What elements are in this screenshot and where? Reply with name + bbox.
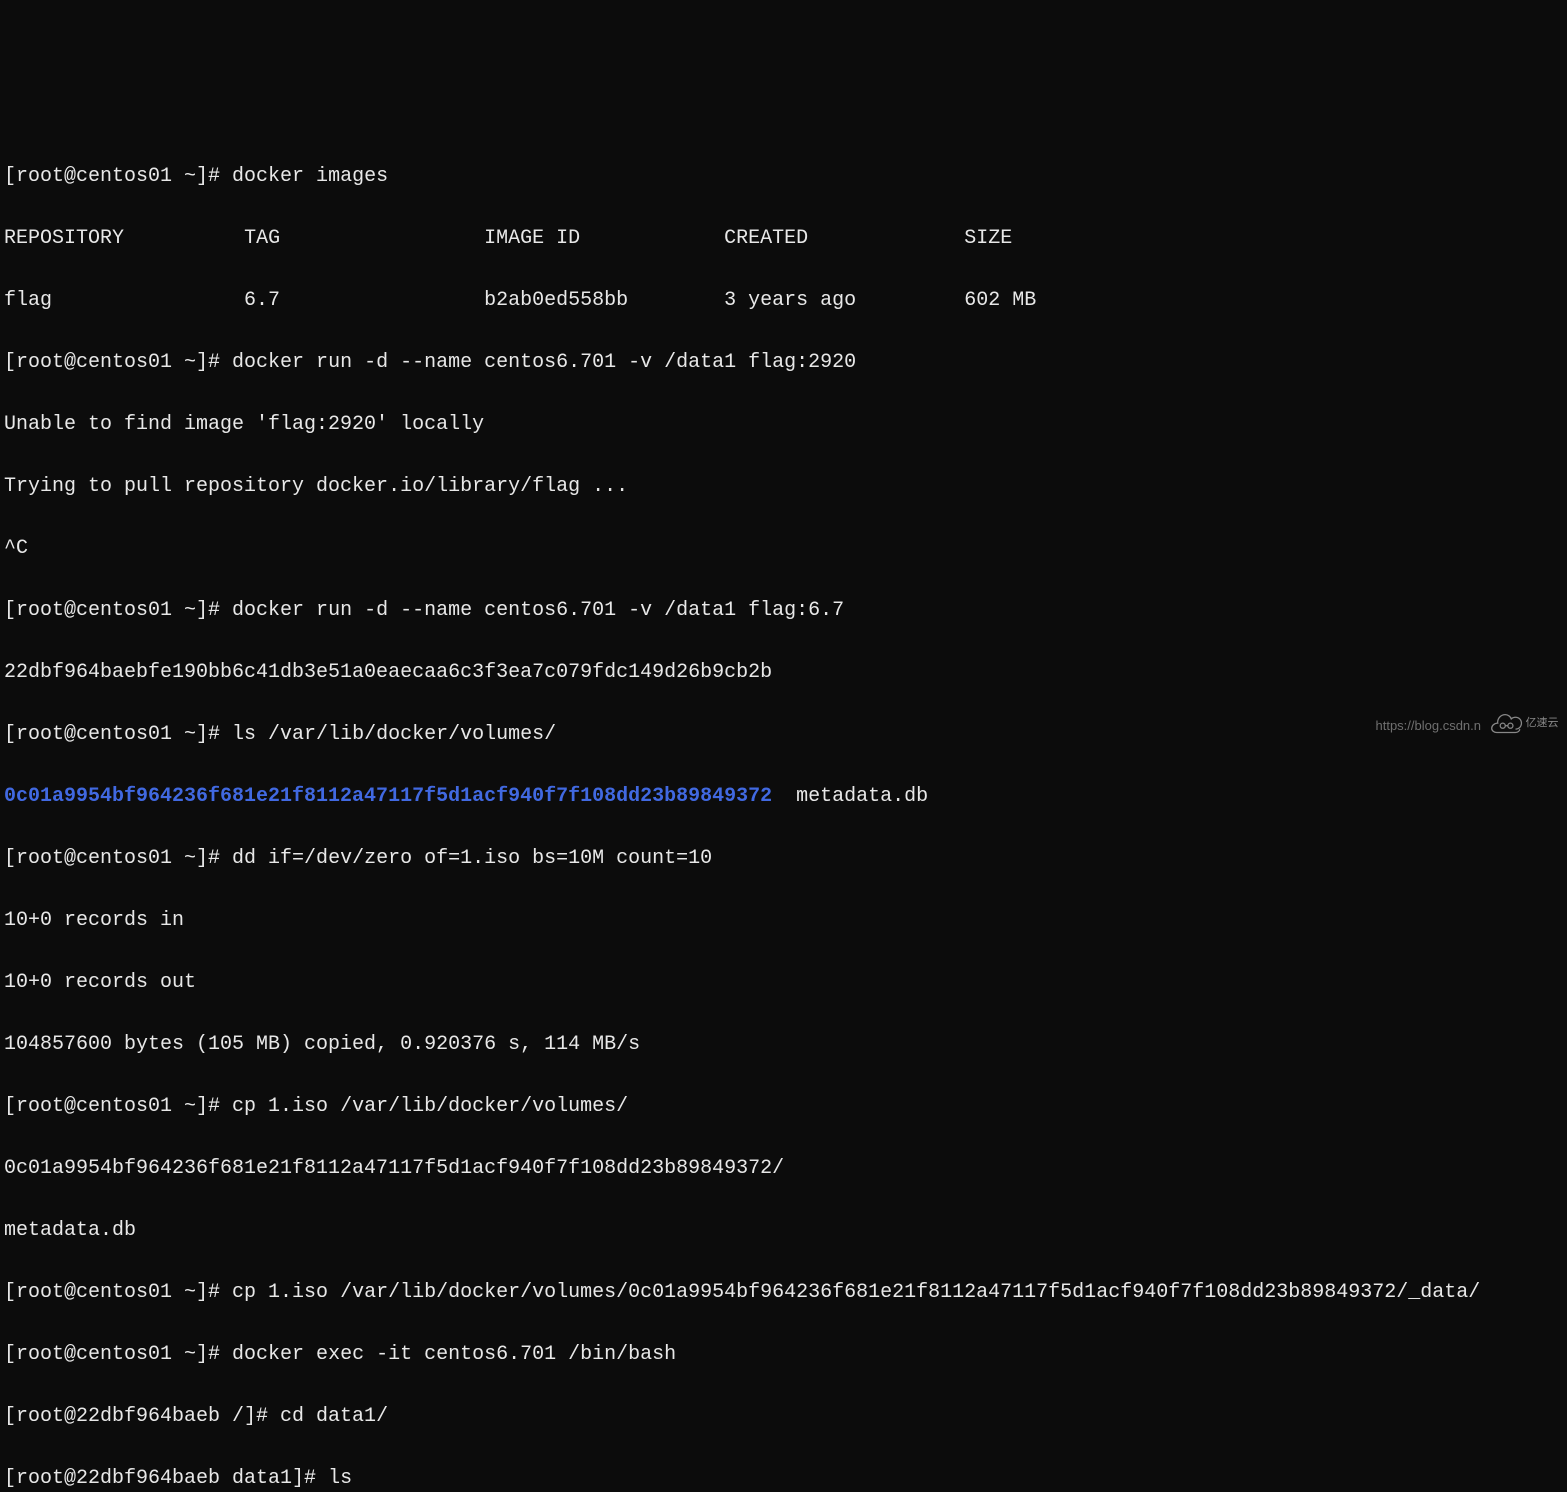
command-text: docker run -d --name centos6.701 -v /dat… xyxy=(232,351,856,374)
prompt-line: [root@centos01 ~]# docker run -d --name … xyxy=(4,347,1563,378)
watermark-logo: 亿速云 xyxy=(1485,708,1563,740)
shell-prompt: [root@centos01 ~]# xyxy=(4,1343,232,1366)
command-text: docker images xyxy=(232,165,388,188)
command-text: docker run -d --name centos6.701 -v /dat… xyxy=(232,599,844,622)
output-line: 0c01a9954bf964236f681e21f8112a47117f5d1a… xyxy=(4,1153,1563,1184)
table-row: flag 6.7 b2ab0ed558bb 3 years ago 602 MB xyxy=(4,285,1563,316)
shell-prompt: [root@centos01 ~]# xyxy=(4,723,232,746)
output-line: Trying to pull repository docker.io/libr… xyxy=(4,471,1563,502)
shell-prompt: [root@centos01 ~]# xyxy=(4,1281,232,1304)
shell-prompt: [root@centos01 ~]# xyxy=(4,351,232,374)
command-text: docker exec -it centos6.701 /bin/bash xyxy=(232,1343,676,1366)
output-line: Unable to find image 'flag:2920' locally xyxy=(4,409,1563,440)
terminal-output[interactable]: [root@centos01 ~]# docker images REPOSIT… xyxy=(4,130,1563,1492)
shell-prompt: [root@centos01 ~]# xyxy=(4,599,232,622)
output-line: 0c01a9954bf964236f681e21f8112a47117f5d1a… xyxy=(4,781,1563,812)
prompt-line: [root@22dbf964baeb /]# cd data1/ xyxy=(4,1401,1563,1432)
shell-prompt: [root@centos01 ~]# xyxy=(4,165,232,188)
output-line: 10+0 records in xyxy=(4,905,1563,936)
command-text: dd if=/dev/zero of=1.iso bs=10M count=10 xyxy=(232,847,712,870)
prompt-line: [root@centos01 ~]# dd if=/dev/zero of=1.… xyxy=(4,843,1563,874)
command-text: cd data1/ xyxy=(280,1405,388,1428)
command-text: cp 1.iso /var/lib/docker/volumes/0c01a99… xyxy=(232,1281,1480,1304)
prompt-line: [root@centos01 ~]# docker images xyxy=(4,161,1563,192)
shell-prompt: [root@22dbf964baeb /]# xyxy=(4,1405,280,1428)
output-line: metadata.db xyxy=(4,1215,1563,1246)
directory-link: 0c01a9954bf964236f681e21f8112a47117f5d1a… xyxy=(4,785,772,808)
watermark-url: https://blog.csdn.n xyxy=(1375,716,1481,736)
prompt-line: [root@centos01 ~]# cp 1.iso /var/lib/doc… xyxy=(4,1277,1563,1308)
shell-prompt: [root@centos01 ~]# xyxy=(4,847,232,870)
shell-prompt: [root@22dbf964baeb data1]# xyxy=(4,1467,328,1490)
watermark-brand: 亿速云 xyxy=(1526,715,1559,732)
table-header: REPOSITORY TAG IMAGE ID CREATED SIZE xyxy=(4,223,1563,254)
shell-prompt: [root@centos01 ~]# xyxy=(4,1095,232,1118)
prompt-line: [root@centos01 ~]# ls /var/lib/docker/vo… xyxy=(4,719,1563,750)
prompt-line: [root@22dbf964baeb data1]# ls xyxy=(4,1463,1563,1492)
command-text: ls xyxy=(328,1467,352,1490)
prompt-line: [root@centos01 ~]# docker run -d --name … xyxy=(4,595,1563,626)
output-line: 104857600 bytes (105 MB) copied, 0.92037… xyxy=(4,1029,1563,1060)
prompt-line: [root@centos01 ~]# docker exec -it cento… xyxy=(4,1339,1563,1370)
output-line: 22dbf964baebfe190bb6c41db3e51a0eaecaa6c3… xyxy=(4,657,1563,688)
output-line: 10+0 records out xyxy=(4,967,1563,998)
output-line: ^C xyxy=(4,533,1563,564)
command-text: ls /var/lib/docker/volumes/ xyxy=(232,723,556,746)
prompt-line: [root@centos01 ~]# cp 1.iso /var/lib/doc… xyxy=(4,1091,1563,1122)
cloud-icon xyxy=(1490,713,1524,735)
command-text: cp 1.iso /var/lib/docker/volumes/ xyxy=(232,1095,628,1118)
